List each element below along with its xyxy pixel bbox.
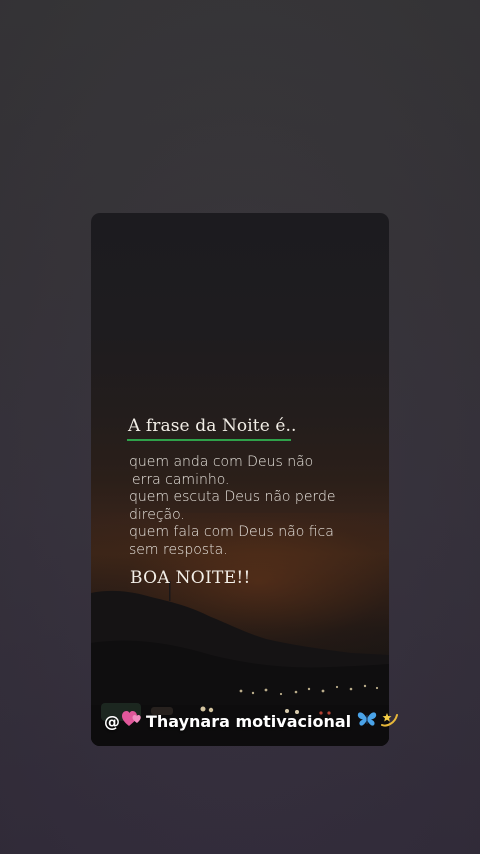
watermark-at: @ (104, 711, 120, 731)
story-image-card: A frase da Noite é.. quem anda com Deus … (91, 213, 389, 746)
post-title: A frase da Noite é.. (128, 416, 297, 436)
quote-line: erra caminho. (132, 471, 230, 488)
dizzy-star-icon (379, 709, 399, 733)
quote-line: quem anda com Deus não (129, 454, 314, 470)
quote-line: quem escuta Deus não perde (129, 489, 336, 505)
screen: { "post": { "title": "A frase da Noite é… (0, 0, 480, 854)
title-underline (127, 439, 291, 441)
two-hearts-icon (122, 709, 144, 733)
card-text-layer: A frase da Noite é.. quem anda com Deus … (91, 213, 389, 746)
butterfly-icon (357, 710, 377, 732)
watermark-name: Thaynara motivacional (146, 711, 352, 731)
closing-greeting: BOA NOITE!! (130, 568, 251, 588)
quote-line: sem resposta. (129, 541, 228, 558)
quote-line: quem fala com Deus não fica (129, 524, 334, 540)
quote-line: direção. (129, 506, 185, 523)
quote-block: quem anda com Deus não erra caminho. que… (129, 454, 379, 559)
creator-watermark: @ Thaynara motivacional (104, 708, 399, 734)
